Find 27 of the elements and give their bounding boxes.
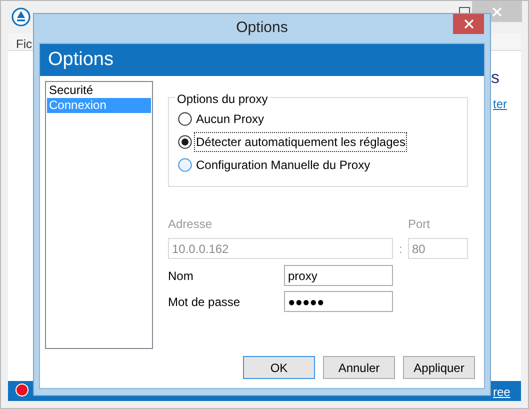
input-field[interactable]: ●●●●●	[284, 291, 393, 312]
dialog-button[interactable]: Appliquer	[403, 356, 475, 379]
dialog-button[interactable]: Annuler	[323, 356, 395, 379]
app-logo-icon	[11, 7, 31, 27]
radio-label[interactable]: Configuration Manuelle du Proxy	[195, 156, 372, 174]
field-label: Mot de passe	[168, 294, 242, 310]
input-field[interactable]: proxy	[284, 265, 393, 286]
dialog-button[interactable]: OK	[243, 356, 315, 379]
close-icon	[492, 6, 502, 16]
radio-button[interactable]	[178, 158, 192, 172]
field-label: Nom	[168, 268, 194, 284]
heading-text: s	[491, 67, 500, 89]
field-label: Port	[408, 216, 430, 233]
menu-item[interactable]: Fic	[16, 35, 32, 53]
link[interactable]: ter	[493, 95, 508, 113]
close-icon	[464, 19, 474, 29]
radio-button[interactable]	[178, 135, 192, 149]
separator-text: :	[398, 240, 404, 258]
header-title: Options	[48, 48, 114, 72]
radio-label[interactable]: Détecter automatiquement les réglages	[195, 133, 406, 151]
close-button[interactable]	[453, 14, 484, 34]
radio-button[interactable]	[178, 112, 192, 126]
link[interactable]: ree	[493, 383, 510, 401]
list-item[interactable]: Securité	[47, 83, 151, 98]
radio-label[interactable]: Aucun Proxy	[195, 110, 266, 128]
window-title: Options	[236, 18, 288, 38]
field-label: Adresse	[168, 216, 214, 233]
